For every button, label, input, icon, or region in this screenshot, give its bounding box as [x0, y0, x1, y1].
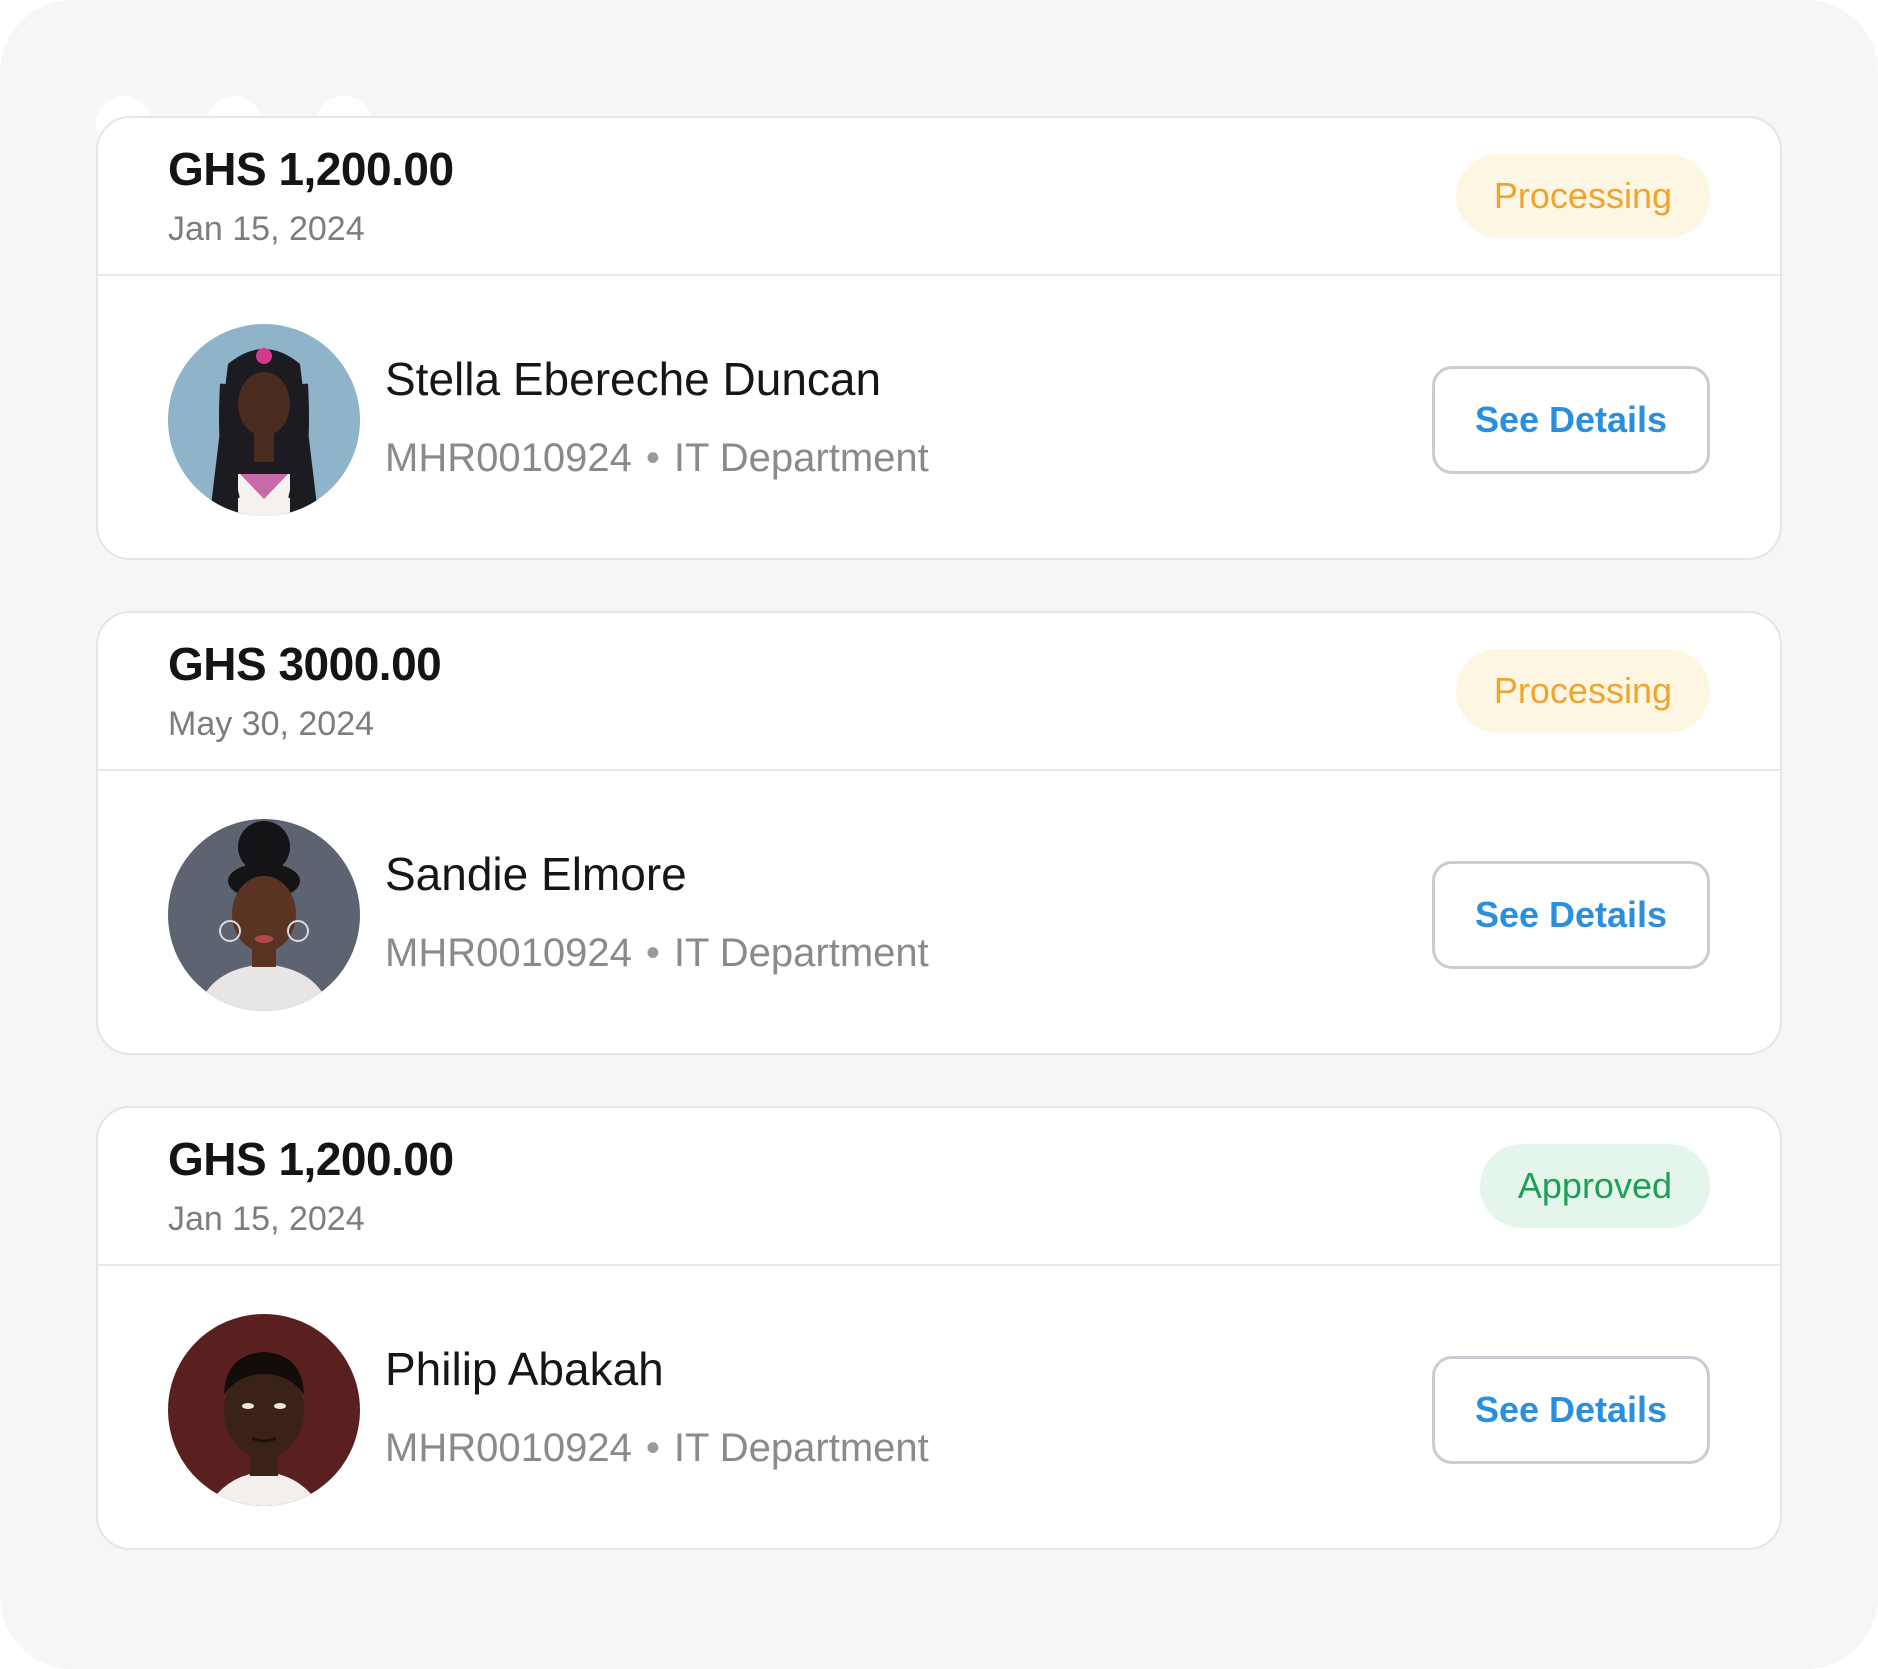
avatar	[168, 819, 360, 1011]
separator-dot: •	[645, 1426, 660, 1470]
department: IT Department	[673, 931, 929, 975]
employee-meta: MHR0010924 • IT Department	[385, 931, 929, 976]
see-details-button[interactable]: See Details	[1432, 366, 1710, 474]
see-details-button[interactable]: See Details	[1432, 861, 1710, 969]
amount: GHS 3000.00	[168, 638, 442, 690]
employee-id: MHR0010924	[385, 1426, 632, 1470]
department: IT Department	[673, 436, 929, 480]
employee-name: Stella Ebereche Duncan	[385, 353, 882, 405]
card-header: GHS 1,200.00 Jan 15, 2024 Approved	[98, 1108, 1780, 1266]
card-body: Philip Abakah MHR0010924 • IT Department S…	[98, 1266, 1780, 1550]
status-badge: Processing	[1455, 154, 1710, 238]
see-details-button[interactable]: See Details	[1432, 1356, 1710, 1464]
request-date: Jan 15, 2024	[168, 1200, 365, 1238]
avatar	[168, 1314, 360, 1506]
avatar	[168, 324, 360, 516]
request-date: Jan 15, 2024	[168, 210, 365, 248]
employee-meta: MHR0010924 • IT Department	[385, 436, 929, 481]
employee-name: Sandie Elmore	[385, 848, 687, 900]
request-card: GHS 1,200.00 Jan 15, 2024 Approved Phili…	[96, 1106, 1782, 1550]
amount: GHS 1,200.00	[168, 1133, 454, 1185]
app-frame: GHS 1,200.00 Jan 15, 2024 Processing Ste…	[0, 0, 1878, 1669]
request-card: GHS 3000.00 May 30, 2024 Processing Sand…	[96, 611, 1782, 1055]
card-header: GHS 3000.00 May 30, 2024 Processing	[98, 613, 1780, 771]
card-body: Stella Ebereche Duncan MHR0010924 • IT Dep…	[98, 276, 1780, 560]
status-badge: Processing	[1455, 649, 1710, 733]
status-badge: Approved	[1479, 1144, 1710, 1228]
employee-name: Philip Abakah	[385, 1343, 664, 1395]
amount: GHS 1,200.00	[168, 143, 454, 195]
separator-dot: •	[645, 931, 660, 975]
card-body: Sandie Elmore MHR0010924 • IT Department S…	[98, 771, 1780, 1055]
separator-dot: •	[645, 436, 660, 480]
employee-id: MHR0010924	[385, 436, 632, 480]
department: IT Department	[673, 1426, 929, 1470]
request-date: May 30, 2024	[168, 705, 375, 743]
employee-id: MHR0010924	[385, 931, 632, 975]
request-card: GHS 1,200.00 Jan 15, 2024 Processing Ste…	[96, 116, 1782, 560]
card-header: GHS 1,200.00 Jan 15, 2024 Processing	[98, 118, 1780, 276]
request-list: GHS 1,200.00 Jan 15, 2024 Processing Ste…	[96, 116, 1782, 1601]
employee-meta: MHR0010924 • IT Department	[385, 1426, 929, 1471]
